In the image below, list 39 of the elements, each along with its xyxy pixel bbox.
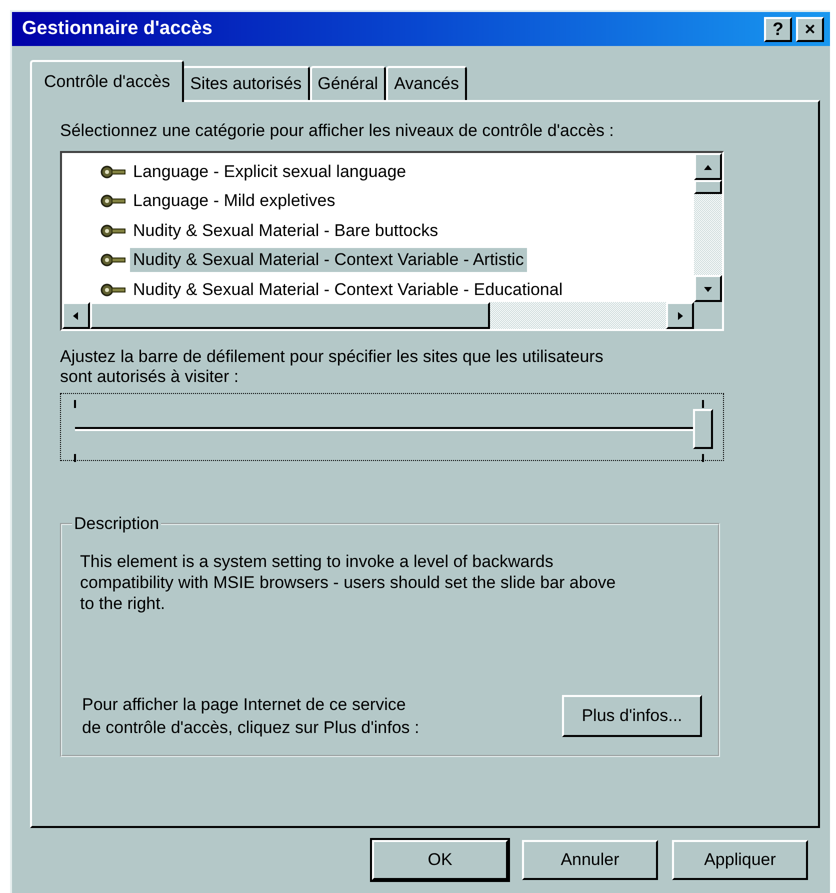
group-legend: Description xyxy=(72,514,162,534)
category-item[interactable]: Nudity & Sexual Material - Context Variable - Artistic xyxy=(130,248,527,272)
window-title: Gestionnaire d'accès xyxy=(22,18,212,40)
category-label: Sélectionnez une catégorie pour afficher les niveaux de contrôle d'accès : xyxy=(60,120,615,141)
vertical-scrollbar[interactable] xyxy=(694,153,722,302)
key-icon xyxy=(100,253,126,268)
close-button[interactable]: × xyxy=(796,16,824,42)
tab[interactable]: Sites autorisés xyxy=(182,66,310,100)
tab[interactable]: Avancés xyxy=(386,66,467,100)
dialog-button[interactable]: Appliquer xyxy=(672,840,808,880)
category-item[interactable]: Language - Mild expletives xyxy=(130,189,338,214)
description-text: This element is a system setting to invoke a level of backwards compatibility with MSIE browsers - users should set the slide bar above to the right. xyxy=(80,551,617,614)
info-text: Pour afficher la page Internet de ce service de contrôle d'accès, cliquez sur Plus d'infos : xyxy=(81,694,420,739)
category-item[interactable]: Nudity & Sexual Material - Bare buttocks xyxy=(130,218,442,243)
arrow-right-icon xyxy=(675,310,685,320)
category-item[interactable]: Language - Explicit sexual language xyxy=(130,160,410,184)
slider-thumb[interactable] xyxy=(693,409,713,449)
scroll-right-button[interactable] xyxy=(666,302,694,329)
slider-label: Ajustez la barre de défilement pour spécifier les sites que les utilisateurs sont autorisés à visiter : xyxy=(60,347,604,387)
scrollbar-corner xyxy=(694,302,722,329)
scroll-up-button[interactable] xyxy=(694,153,722,180)
key-icon xyxy=(100,224,126,238)
tab[interactable]: Général xyxy=(310,66,386,100)
category-item[interactable]: Nudity & Sexual Material - Context Variable - Educational xyxy=(130,278,566,302)
dialog-button[interactable]: OK xyxy=(372,840,508,880)
scroll-down-button[interactable] xyxy=(694,275,722,302)
scroll-left-button[interactable] xyxy=(62,302,90,329)
key-icon xyxy=(100,194,126,208)
scroll-thumb[interactable] xyxy=(90,302,490,329)
dialog-button[interactable]: Annuler xyxy=(522,840,658,880)
access-slider[interactable] xyxy=(60,393,724,461)
more-info-button[interactable]: Plus d'infos... xyxy=(562,695,702,737)
help-button[interactable]: ? xyxy=(764,16,792,42)
horizontal-scrollbar[interactable] xyxy=(62,302,694,329)
key-icon xyxy=(100,282,126,297)
scroll-thumb[interactable] xyxy=(694,180,722,194)
arrow-left-icon xyxy=(71,310,81,320)
key-icon xyxy=(100,164,126,179)
tab[interactable]: Contrôle d'accès xyxy=(30,60,184,102)
